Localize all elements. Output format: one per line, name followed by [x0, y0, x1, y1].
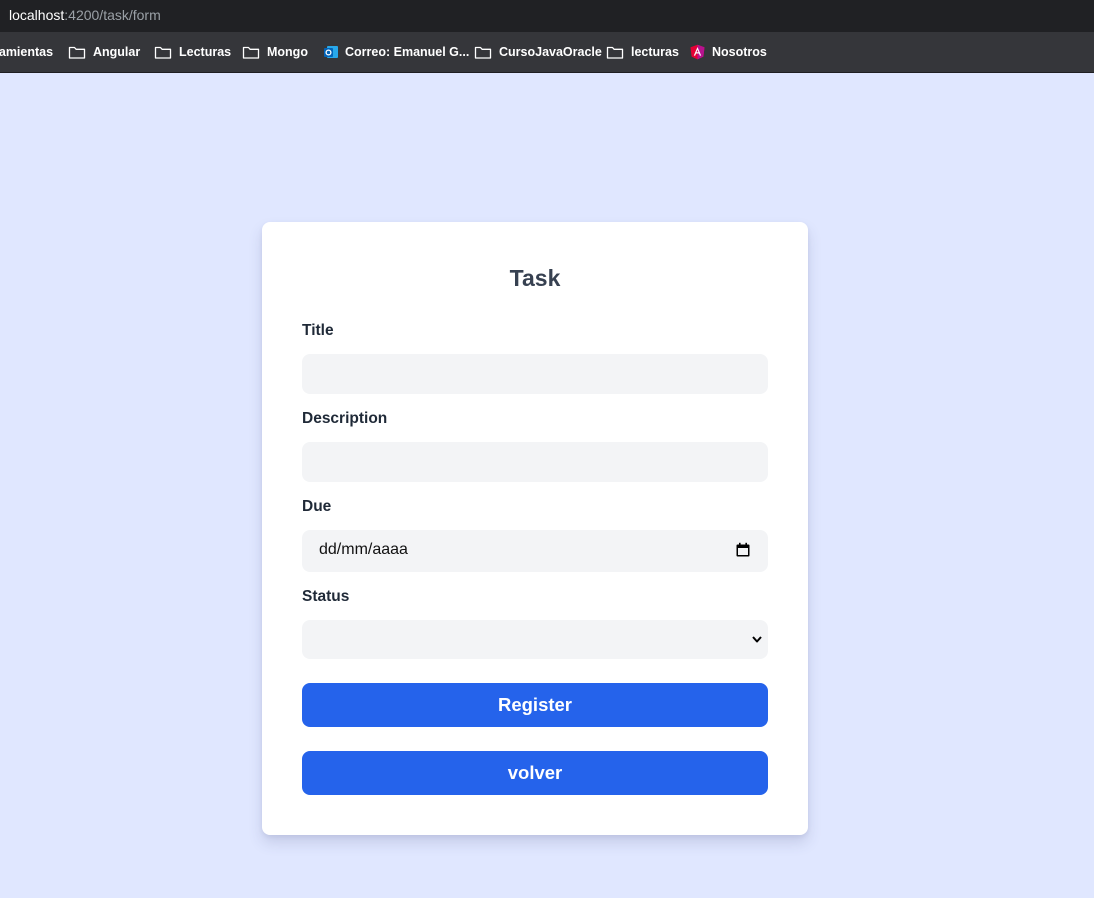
task-form-card: Task Title Description Due dd/mm/aaaa St…	[262, 222, 808, 835]
folder-icon	[154, 46, 172, 59]
description-label: Description	[302, 410, 388, 427]
bookmark-lecturas-2[interactable]: lecturas	[606, 32, 679, 72]
bookmark-label: CursoJavaOracle	[499, 45, 602, 59]
bookmark-label: Mongo	[267, 45, 308, 59]
back-button[interactable]: volver	[302, 751, 768, 795]
due-date-input[interactable]: dd/mm/aaaa	[302, 530, 768, 572]
description-input[interactable]	[302, 442, 768, 482]
bookmark-angular[interactable]: Angular	[68, 32, 140, 72]
bookmarks-bar: ramientas Angular Lecturas Mongo Correo:…	[0, 32, 1094, 73]
bookmark-label: ramientas	[0, 45, 54, 59]
folder-icon	[68, 46, 86, 59]
address-bar[interactable]: localhost:4200/task/form	[0, 0, 1094, 32]
form-title: Task	[509, 265, 561, 291]
due-date-placeholder: dd/mm/aaaa	[319, 541, 408, 558]
bookmark-label: Angular	[93, 45, 141, 59]
bookmark-herramientas[interactable]: ramientas	[0, 32, 53, 72]
bookmark-cursojavaoracle[interactable]: CursoJavaOracle	[474, 32, 602, 72]
url-text[interactable]: localhost:4200/task/form	[9, 7, 161, 23]
outlook-icon	[324, 46, 338, 58]
bookmark-correo[interactable]: Correo: Emanuel G...	[323, 32, 469, 72]
bookmark-mongo[interactable]: Mongo	[242, 32, 308, 72]
url-path: :4200/task/form	[64, 7, 161, 23]
angular-icon	[690, 44, 705, 60]
status-label: Status	[302, 588, 350, 605]
status-select[interactable]	[302, 620, 768, 659]
title-label: Title	[302, 322, 334, 339]
title-input[interactable]	[302, 354, 768, 394]
bookmark-label: Lecturas	[179, 45, 232, 59]
calendar-icon[interactable]	[735, 542, 751, 558]
bookmark-label: Nosotros	[712, 45, 767, 59]
bookmark-nosotros[interactable]: Nosotros	[689, 32, 767, 72]
register-button[interactable]: Register	[302, 683, 768, 727]
due-label: Due	[302, 498, 332, 515]
bookmark-label: Correo: Emanuel G...	[345, 45, 470, 59]
folder-icon	[474, 46, 492, 59]
bookmark-label: lecturas	[631, 45, 679, 59]
url-host: localhost	[9, 7, 65, 23]
folder-icon	[606, 46, 624, 59]
folder-icon	[242, 46, 260, 59]
chevron-down-icon	[752, 636, 762, 643]
bookmark-lecturas[interactable]: Lecturas	[154, 32, 231, 72]
